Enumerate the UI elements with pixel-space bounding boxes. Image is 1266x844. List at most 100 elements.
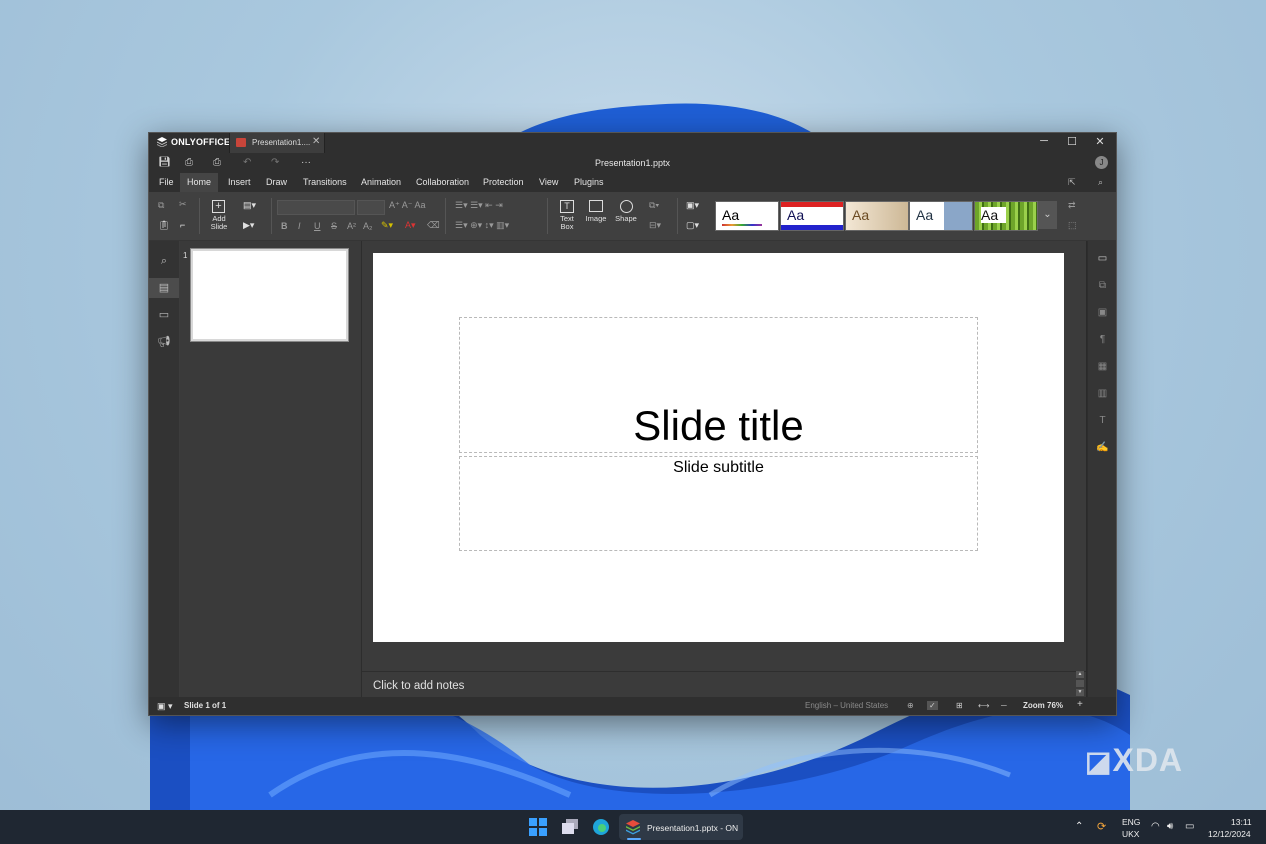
highlight-icon[interactable]: ✎▾ xyxy=(381,220,393,231)
tab-insert[interactable]: Insert xyxy=(221,173,258,192)
edge-browser-icon[interactable] xyxy=(592,818,610,841)
document-tab[interactable]: Presentation1.... ✕ xyxy=(229,133,325,153)
close-window-button[interactable]: ✕ xyxy=(1086,135,1114,148)
battery-icon[interactable]: ▭ xyxy=(1185,821,1194,832)
fit-width-icon[interactable]: ⟷ xyxy=(978,701,989,710)
quick-print-icon[interactable]: ⎙ xyxy=(213,157,221,168)
zoom-in-icon[interactable]: + xyxy=(1077,699,1083,710)
bullets-icon[interactable]: ☰▾ ☰▾ ⇤ ⇥ xyxy=(455,200,503,211)
tab-file[interactable]: File xyxy=(152,173,181,192)
theme-bright[interactable]: Aa xyxy=(780,201,844,231)
volume-icon[interactable]: 🔊︎ xyxy=(1167,821,1173,832)
redo-icon[interactable]: ↷ xyxy=(271,157,279,168)
search-panel-icon[interactable]: ⌕ xyxy=(149,251,179,271)
title-placeholder[interactable]: Slide title xyxy=(459,317,978,453)
notes-scrollbar[interactable]: ▲ ▼ xyxy=(1076,671,1086,697)
theme-classic[interactable]: Aa xyxy=(845,201,909,231)
table-settings-icon[interactable]: ▦ xyxy=(1088,361,1116,372)
theme-green-leaf[interactable]: Aa xyxy=(974,201,1038,231)
shape-button[interactable]: Shape xyxy=(612,198,640,236)
undo-icon[interactable]: ↶ xyxy=(243,157,251,168)
tab-transitions[interactable]: Transitions xyxy=(296,173,354,192)
underline-icon[interactable]: U xyxy=(314,221,321,231)
print-icon[interactable]: ⎙ xyxy=(185,157,193,168)
image-button[interactable]: Image xyxy=(583,198,609,236)
save-icon[interactable]: 💾︎ xyxy=(158,157,171,168)
slide-size-icon[interactable]: ▣▾ xyxy=(686,200,699,211)
clear-format-icon[interactable]: ⌫ xyxy=(427,220,440,231)
tab-animation[interactable]: Animation xyxy=(354,173,408,192)
theme-blank[interactable]: Aa xyxy=(715,201,779,231)
tab-plugins[interactable]: Plugins xyxy=(567,173,611,192)
subtitle-placeholder[interactable]: Slide subtitle xyxy=(459,456,978,551)
feedback-icon[interactable]: 📢︎ xyxy=(149,332,179,352)
font-size-select[interactable] xyxy=(357,200,385,215)
search-icon[interactable]: ⌕ xyxy=(1091,173,1110,192)
shape-settings-icon[interactable]: ⧉ xyxy=(1088,280,1116,291)
zoom-level[interactable]: Zoom 76% xyxy=(1023,701,1063,710)
copy-icon[interactable]: ⧉ xyxy=(158,200,164,211)
zoom-out-icon[interactable]: ─ xyxy=(1001,701,1007,710)
add-slide-button[interactable]: + Add Slide xyxy=(205,198,233,236)
open-location-icon[interactable]: ⇱ xyxy=(1061,173,1083,192)
image-settings-icon[interactable]: ▣ xyxy=(1088,307,1116,318)
close-tab-icon[interactable]: ✕ xyxy=(312,136,320,147)
tab-view[interactable]: View xyxy=(532,173,565,192)
align-icon[interactable]: ☰▾ ⊕▾ ↕▾ ▥▾ xyxy=(455,220,509,231)
tab-protection[interactable]: Protection xyxy=(476,173,531,192)
paste-icon[interactable]: 📋︎ xyxy=(158,220,169,231)
wifi-icon[interactable]: ◠ xyxy=(1151,821,1160,832)
globe-icon[interactable]: ⊕ xyxy=(907,701,914,710)
start-slideshow-icon[interactable]: ▣ ▾ xyxy=(157,701,173,712)
cut-icon[interactable]: ✂ xyxy=(179,199,187,210)
select-all-icon[interactable]: ⬚ xyxy=(1068,220,1077,231)
minimize-button[interactable]: ─ xyxy=(1030,135,1058,147)
fit-slide-icon[interactable]: ⊞ xyxy=(956,701,963,710)
arrange-icon[interactable]: ⧉▾ xyxy=(649,200,659,211)
clock-time[interactable]: 13:11 xyxy=(1231,817,1252,827)
bold-icon[interactable]: B xyxy=(281,221,288,231)
text-art-settings-icon[interactable]: T xyxy=(1088,415,1116,426)
chart-settings-icon[interactable]: ▥ xyxy=(1088,388,1116,399)
subscript-icon[interactable]: A₂ xyxy=(363,221,373,231)
windows-start-icon[interactable] xyxy=(529,818,547,841)
slideshow-icon[interactable]: ▶▾ xyxy=(243,220,254,231)
font-family-select[interactable] xyxy=(277,200,355,215)
slides-panel-icon[interactable]: ▤ xyxy=(149,278,179,298)
tab-collaboration[interactable]: Collaboration xyxy=(409,173,476,192)
keyboard-layout[interactable]: UKX xyxy=(1122,829,1139,839)
maximize-button[interactable]: ☐ xyxy=(1058,135,1086,148)
theme-official[interactable]: Aa xyxy=(909,201,973,231)
layout-icon[interactable]: ▤▾ xyxy=(243,200,256,211)
text-box-button[interactable]: T Text Box xyxy=(554,198,580,236)
task-view-icon[interactable] xyxy=(561,818,579,841)
superscript-icon[interactable]: A² xyxy=(347,221,356,231)
spellcheck-icon[interactable]: ✓ xyxy=(927,701,938,710)
italic-icon[interactable]: I xyxy=(298,221,301,231)
clock-date[interactable]: 12/12/2024 xyxy=(1208,829,1251,839)
signature-settings-icon[interactable]: ✍ xyxy=(1088,442,1116,453)
slide-thumbnail[interactable] xyxy=(190,248,349,342)
avatar[interactable]: J xyxy=(1095,156,1108,169)
sync-icon[interactable]: ⟳ xyxy=(1097,820,1106,833)
theme-gallery-expand-icon[interactable]: ⌄ xyxy=(1038,201,1057,229)
language-select[interactable]: English – United States xyxy=(805,701,888,710)
paragraph-settings-icon[interactable]: ¶ xyxy=(1088,334,1116,345)
more-icon[interactable]: ··· xyxy=(301,157,311,168)
notes-pane[interactable]: Click to add notes xyxy=(362,671,1086,698)
increase-font-icon[interactable]: A⁺ A⁻ Aa xyxy=(389,200,426,211)
slide-settings-icon[interactable]: ▭ xyxy=(1088,253,1116,264)
strikethrough-icon[interactable]: S xyxy=(331,221,337,231)
color-scheme-icon[interactable]: ▢▾ xyxy=(686,220,699,231)
align-objects-icon[interactable]: ⊟▾ xyxy=(649,220,661,231)
comments-icon[interactable]: ▭ xyxy=(149,305,179,325)
input-language[interactable]: ENG xyxy=(1122,817,1140,827)
replace-icon[interactable]: ⇄ xyxy=(1068,200,1076,211)
chevron-up-icon[interactable]: ⌃ xyxy=(1075,821,1083,832)
format-painter-icon[interactable]: ⌐ xyxy=(180,220,185,230)
font-color-icon[interactable]: A▾ xyxy=(405,220,416,231)
taskbar-onlyoffice-button[interactable]: Presentation1.pptx - ON xyxy=(619,814,743,840)
slide-canvas[interactable]: Slide title Slide subtitle xyxy=(373,253,1064,642)
tab-home[interactable]: Home xyxy=(180,173,219,192)
tab-draw[interactable]: Draw xyxy=(259,173,294,192)
